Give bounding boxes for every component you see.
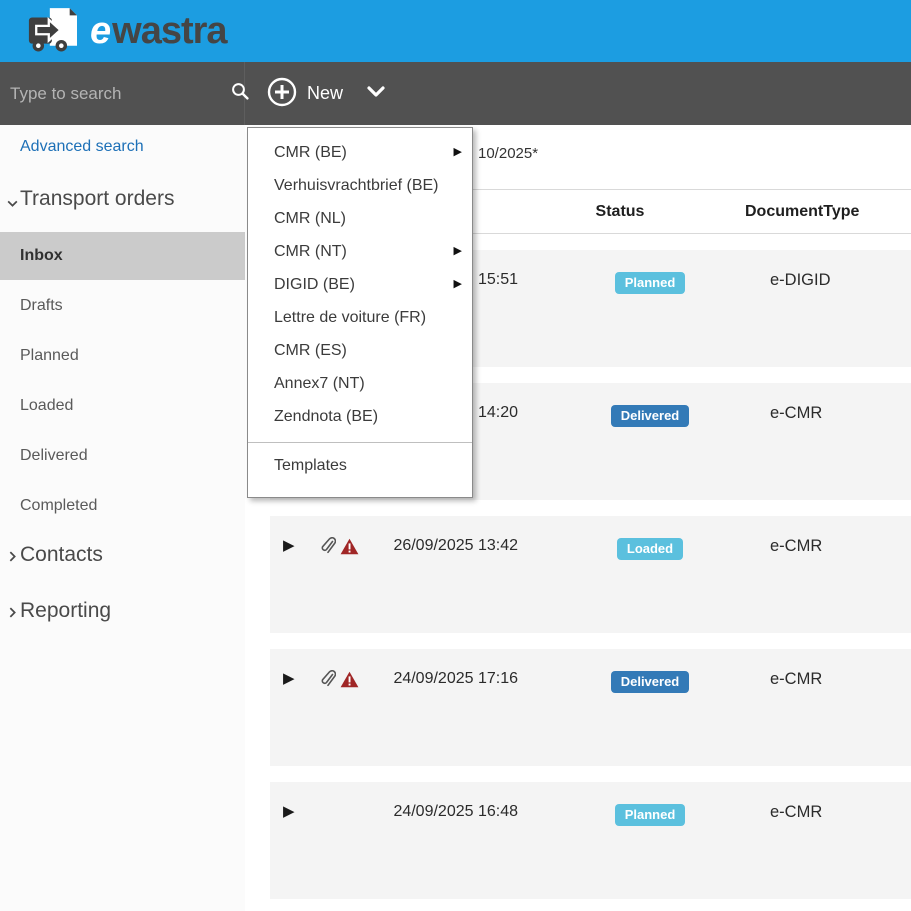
sidebar-item-transport-orders[interactable]: Transport orders — [20, 187, 174, 211]
sidebar-item-reporting[interactable]: Reporting — [20, 599, 111, 623]
sidebar-item-completed[interactable]: Completed — [20, 497, 97, 515]
status-cell: Delivered — [580, 405, 720, 427]
column-header-doctype: DocumentType — [745, 203, 859, 221]
sidebar-item-delivered[interactable]: Delivered — [20, 447, 88, 465]
status-cell: Planned — [580, 804, 720, 826]
new-button[interactable]: New — [267, 77, 385, 110]
menu-item[interactable]: CMR (NT) ▶ — [248, 235, 472, 268]
menu-item[interactable]: DIGID (BE) ▶ — [248, 268, 472, 301]
menu-item[interactable]: CMR (NL) ▶ — [248, 202, 472, 235]
row-document-type: e-DIGID — [770, 271, 831, 290]
menu-item-templates[interactable]: Templates — [248, 443, 472, 489]
sidebar-item-contacts[interactable]: Contacts — [20, 543, 103, 567]
menu-item-label: DIGID (BE) — [274, 276, 355, 293]
submenu-arrow-icon: ▶ — [454, 268, 462, 301]
status-badge: Delivered — [611, 671, 690, 693]
menu-item-label: Lettre de voiture (FR) — [274, 309, 426, 326]
chevron-right-icon[interactable] — [6, 606, 18, 618]
status-cell: Delivered — [580, 671, 720, 693]
status-badge: Loaded — [617, 538, 683, 560]
menu-item-label: Verhuisvrachtbrief (BE) — [274, 177, 439, 194]
attachment-icon — [320, 537, 336, 560]
warning-icon — [340, 671, 359, 693]
brand-name-rest: wastra — [112, 10, 226, 52]
menu-item[interactable]: Annex7 (NT) ▶ — [248, 367, 472, 400]
row-document-type: e-CMR — [770, 537, 822, 556]
plus-circle-icon — [267, 77, 297, 110]
status-badge: Planned — [615, 804, 686, 826]
menu-item[interactable]: Zendnota (BE) ▶ — [248, 400, 472, 433]
sidebar: Advanced search Transport orders Inbox D… — [0, 125, 245, 911]
attachment-icon — [320, 670, 336, 693]
brand-logo: ewastra — [28, 6, 227, 57]
status-cell: Planned — [580, 272, 720, 294]
menu-items-container: CMR (BE) ▶ Verhuisvrachtbrief (BE) ▶ CMR… — [248, 136, 472, 433]
menu-item-label: Annex7 (NT) — [274, 375, 365, 392]
status-badge: Planned — [615, 272, 686, 294]
search-input[interactable] — [10, 84, 231, 104]
menu-item[interactable]: CMR (ES) ▶ — [248, 334, 472, 367]
row-icons — [320, 670, 365, 693]
row-document-type: e-CMR — [770, 670, 822, 689]
new-zone: New — [245, 62, 385, 125]
submenu-arrow-icon: ▶ — [454, 136, 462, 169]
column-header-status: Status — [545, 203, 695, 221]
chevron-down-icon[interactable] — [6, 197, 18, 209]
table-row[interactable]: ▶ 26/09/2025 13:42 Loaded e-CMR — [270, 516, 911, 633]
row-date: 24/09/2025 17:16 — [360, 670, 518, 688]
sidebar-item-drafts[interactable]: Drafts — [20, 297, 63, 315]
row-icons — [320, 803, 365, 826]
table-row[interactable]: ▶ 24/09/2025 16:48 Planned e-CMR — [270, 782, 911, 899]
toolbar: New — [0, 62, 911, 125]
sidebar-item-planned[interactable]: Planned — [20, 347, 79, 365]
new-dropdown-menu: CMR (BE) ▶ Verhuisvrachtbrief (BE) ▶ CMR… — [247, 127, 473, 498]
brand-name-e: e — [90, 10, 112, 52]
menu-item-label: CMR (NT) — [274, 243, 347, 260]
menu-item-label: CMR (BE) — [274, 144, 347, 161]
chevron-down-icon[interactable] — [367, 86, 385, 101]
row-date: 24/09/2025 16:48 — [360, 803, 518, 821]
row-icons — [320, 537, 365, 560]
menu-item[interactable]: Lettre de voiture (FR) ▶ — [248, 301, 472, 334]
menu-item[interactable]: CMR (BE) ▶ — [248, 136, 472, 169]
row-date: 26/09/2025 13:42 — [360, 537, 518, 555]
sidebar-item-advanced-search[interactable]: Advanced search — [20, 138, 144, 156]
expand-row-button[interactable]: ▶ — [283, 669, 299, 689]
chevron-right-icon[interactable] — [6, 550, 18, 562]
sidebar-item-loaded[interactable]: Loaded — [20, 397, 73, 415]
new-button-label: New — [307, 83, 343, 104]
sidebar-item-inbox-label: Inbox — [20, 232, 245, 280]
status-badge: Delivered — [611, 405, 690, 427]
menu-item-label: CMR (ES) — [274, 342, 347, 359]
expand-row-button[interactable]: ▶ — [283, 536, 299, 556]
sidebar-item-inbox[interactable]: Inbox — [0, 232, 245, 280]
row-document-type: e-CMR — [770, 404, 822, 423]
date-note: 10/2025* — [478, 145, 538, 162]
submenu-arrow-icon: ▶ — [454, 235, 462, 268]
menu-item-label: CMR (NL) — [274, 210, 346, 227]
truck-logo-icon — [28, 6, 80, 57]
menu-item-label: Zendnota (BE) — [274, 408, 378, 425]
expand-row-button[interactable]: ▶ — [283, 802, 299, 822]
app-header: ewastra — [0, 0, 911, 62]
table-row[interactable]: ▶ 24/09/2025 17:16 Delivered e-CMR — [270, 649, 911, 766]
warning-icon — [340, 538, 359, 560]
status-cell: Loaded — [580, 538, 720, 560]
brand-name: ewastra — [90, 12, 227, 50]
row-document-type: e-CMR — [770, 803, 822, 822]
menu-item[interactable]: Verhuisvrachtbrief (BE) ▶ — [248, 169, 472, 202]
search-zone — [0, 62, 245, 125]
